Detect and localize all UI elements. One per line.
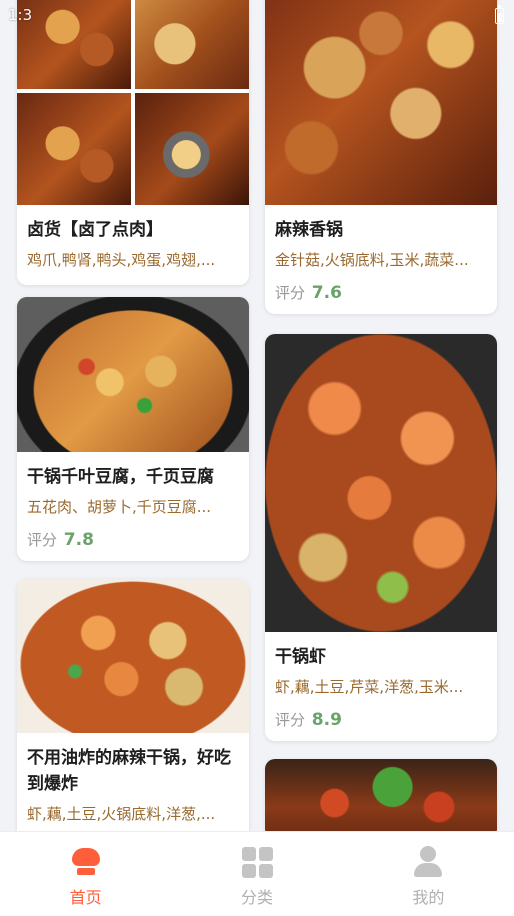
chef-hat-icon (70, 846, 102, 878)
recipe-card-mala-xiangguo[interactable]: 麻辣香锅 金针菇,火锅底料,玉米,蔬菜... 评分 7.6 (265, 0, 497, 314)
recipe-title: 不用油炸的麻辣干锅，好吃到爆炸 (27, 748, 231, 794)
recipe-title: 麻辣香锅 (275, 220, 343, 240)
recipe-rating: 评分 8.9 (275, 709, 487, 731)
rating-value: 7.6 (311, 283, 342, 303)
recipe-image (265, 0, 497, 205)
recipe-title: 干锅虾 (275, 647, 326, 667)
recipe-card-qianye-tofu[interactable]: 干锅千叶豆腐，千页豆腐 五花肉、胡萝卜,千页豆腐... 评分 7.8 (17, 297, 249, 561)
recipe-image (17, 0, 249, 205)
recipe-ingredients: 金针菇,火锅底料,玉米,蔬菜... (275, 251, 469, 269)
tab-mine[interactable]: 我的 (343, 832, 514, 916)
tab-mine-label: 我的 (412, 888, 445, 907)
recipe-ingredients: 虾,藕,土豆,火锅底料,洋葱,... (27, 805, 216, 823)
person-icon (412, 846, 444, 878)
recipe-image (265, 334, 497, 632)
recipe-image (17, 579, 249, 733)
tab-category-label: 分类 (240, 888, 273, 907)
recipe-card-ganguo-xia[interactable]: 干锅虾 虾,藕,土豆,芹菜,洋葱,玉米... 评分 8.9 (265, 334, 497, 741)
recipe-ingredients: 虾,藕,土豆,芹菜,洋葱,玉米... (275, 678, 464, 696)
recipe-rating: 评分 7.6 (275, 282, 487, 304)
rating-label: 评分 (275, 284, 306, 302)
recipe-title: 干锅千叶豆腐，千页豆腐 (27, 467, 214, 487)
recipe-rating: 评分 7.8 (27, 529, 239, 551)
recipe-image (265, 759, 497, 839)
rating-label: 评分 (275, 711, 306, 729)
recipe-card-mala-ganguo[interactable]: 不用油炸的麻辣干锅，好吃到爆炸 虾,藕,土豆,火锅底料,洋葱,... (17, 579, 249, 839)
tab-category[interactable]: 分类 (171, 832, 342, 916)
rating-label: 评分 (27, 531, 58, 549)
tab-home[interactable]: 首页 (0, 832, 171, 916)
grid-icon (241, 846, 273, 878)
recipe-ingredients: 鸡爪,鸭肾,鸭头,鸡蛋,鸡翅,... (27, 251, 216, 269)
recipe-card-luhuo[interactable]: 卤货【卤了点肉】 鸡爪,鸭肾,鸭头,鸡蛋,鸡翅,... (17, 0, 249, 285)
rating-value: 7.8 (63, 530, 94, 550)
recipe-image (17, 297, 249, 452)
tab-home-label: 首页 (69, 888, 102, 907)
recipe-title: 卤货【卤了点肉】 (27, 220, 163, 240)
bottom-tab-bar: 首页 分类 我的 (0, 831, 514, 916)
recipe-ingredients: 五花肉、胡萝卜,千页豆腐... (27, 498, 212, 516)
rating-value: 8.9 (311, 710, 342, 730)
recipe-card-partial[interactable] (265, 759, 497, 839)
